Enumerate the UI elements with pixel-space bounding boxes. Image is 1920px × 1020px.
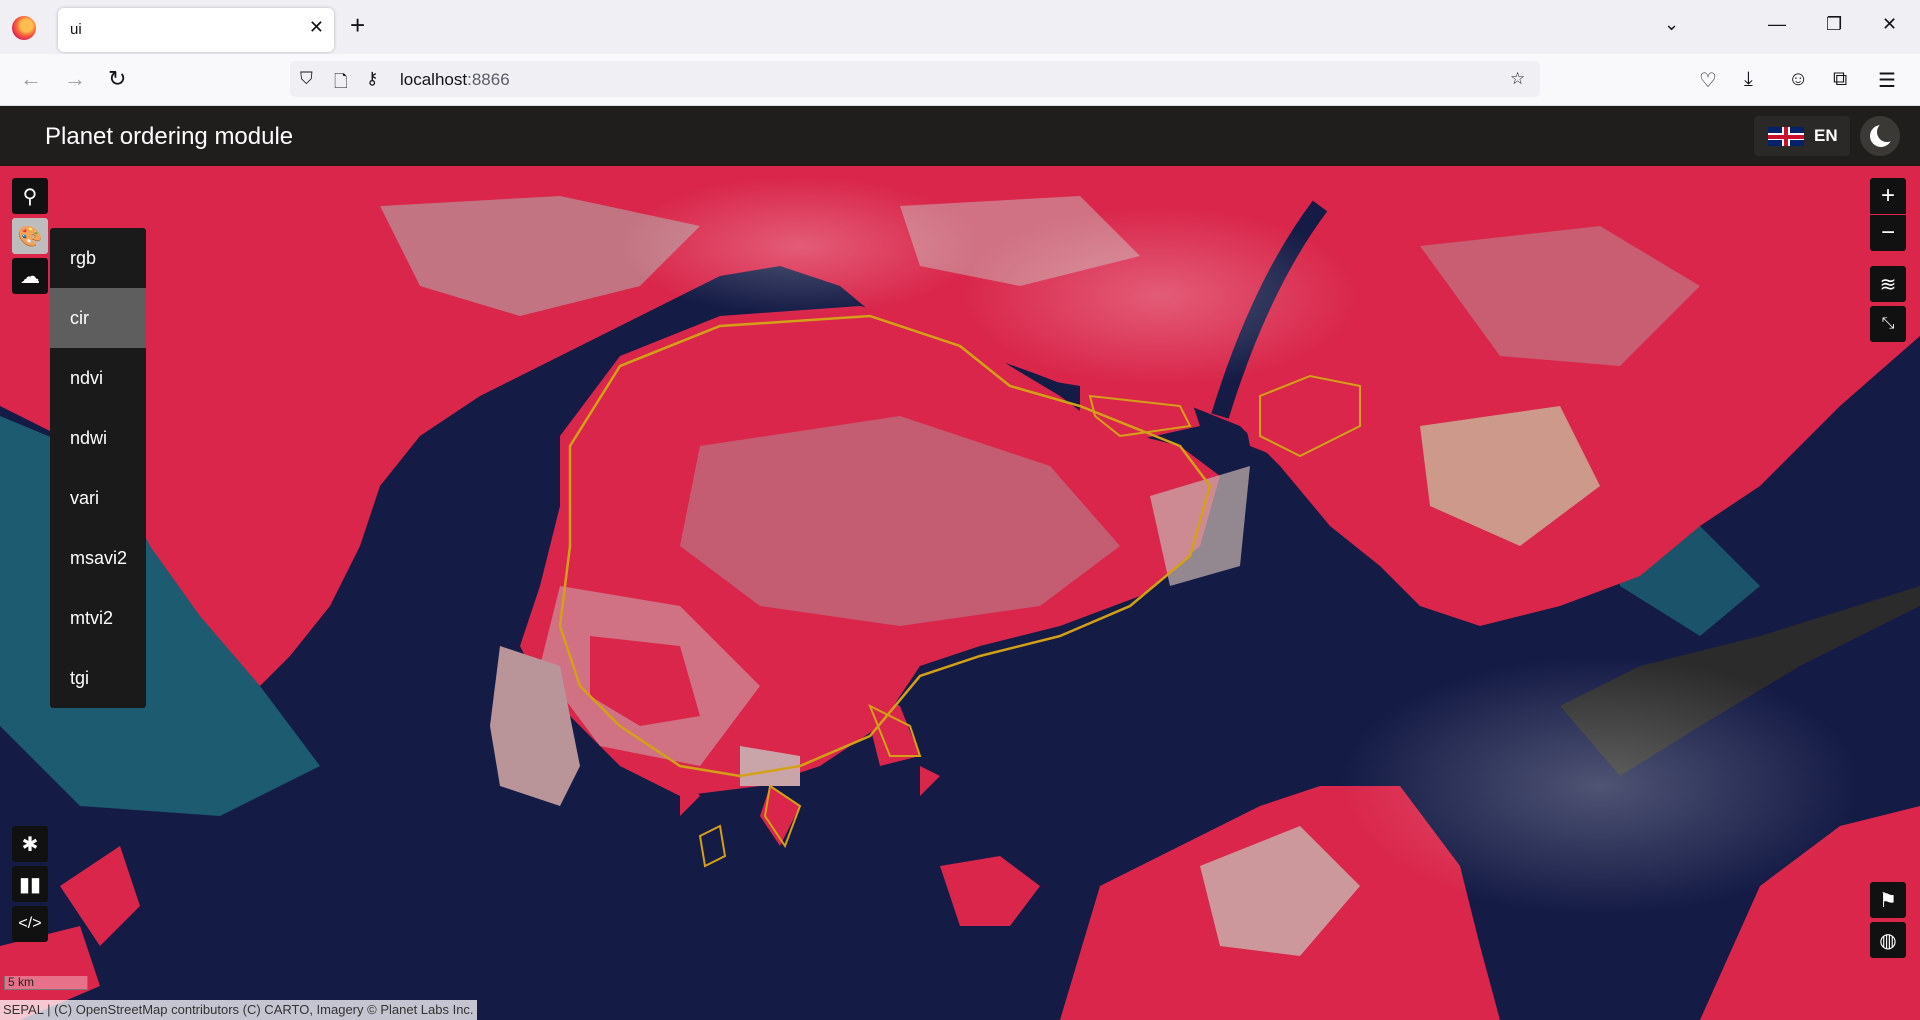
basemap-button[interactable]: ◍ — [1870, 922, 1906, 958]
moon-icon — [1870, 122, 1897, 147]
forward-icon[interactable]: → — [64, 68, 86, 90]
minus-icon: − — [1880, 219, 1895, 246]
menu-icon[interactable]: ☰ — [1878, 68, 1896, 93]
palette-icon: 🎨 — [17, 225, 43, 248]
browser-nav-bar: ← → ↻ ⛉ 🗋 ⚷ localhost:8866 ☆ ♡ ⤓ ☺ ⧉ ☰ — [0, 54, 1920, 106]
satellite-imagery — [0, 166, 1920, 1020]
pocket-icon[interactable]: ♡ — [1699, 68, 1717, 93]
map-pin-icon: ⚑ — [1879, 889, 1897, 912]
key-icon[interactable]: ⚷ — [366, 69, 378, 89]
source-code-button[interactable]: </> — [12, 906, 48, 942]
menu-item-ndwi[interactable]: ndwi — [50, 408, 146, 468]
app-header: Planet ordering module EN — [0, 106, 1920, 166]
visualization-menu: rgb cir ndvi ndwi vari msavi2 mtvi2 tgi — [50, 228, 146, 708]
globe-icon: ◍ — [1879, 929, 1897, 952]
menu-item-ndvi[interactable]: ndvi — [50, 348, 146, 408]
zoom-in-button[interactable]: + — [1870, 178, 1906, 214]
extensions-icon[interactable]: ⧉ — [1833, 68, 1847, 91]
layers-button[interactable]: ≋ — [1870, 266, 1906, 302]
downloads-icon[interactable]: ⤓ — [1744, 68, 1753, 91]
account-icon[interactable]: ☺ — [1788, 68, 1808, 91]
url-text[interactable]: localhost:8866 — [400, 70, 510, 90]
location-button[interactable]: ⚑ — [1870, 882, 1906, 918]
book-icon: ▮▮ — [18, 873, 41, 896]
download-button[interactable]: ☁ — [12, 258, 48, 294]
documentation-button[interactable]: ▮▮ — [12, 866, 48, 902]
new-tab-icon[interactable]: + — [350, 12, 365, 38]
restore-icon[interactable]: ❐ — [1826, 14, 1842, 35]
shield-icon[interactable]: ⛉ — [300, 69, 313, 89]
bookmark-star-icon[interactable]: ☆ — [1510, 69, 1525, 89]
language-label: EN — [1814, 126, 1838, 145]
menu-item-msavi2[interactable]: msavi2 — [50, 528, 146, 588]
cloud-download-icon: ☁ — [20, 265, 40, 288]
visualization-button[interactable]: 🎨 — [12, 218, 48, 254]
search-button[interactable]: ⚲ — [12, 178, 48, 214]
menu-item-tgi[interactable]: tgi — [50, 648, 146, 708]
scale-bar: 5 km — [4, 976, 88, 990]
bug-report-button[interactable]: ✱ — [12, 826, 48, 862]
browser-tab[interactable]: ui ✕ — [58, 8, 334, 52]
fullscreen-button[interactable]: ⤡ — [1870, 306, 1906, 342]
bug-icon: ✱ — [21, 833, 39, 856]
menu-item-rgb[interactable]: rgb — [50, 228, 146, 288]
reload-icon[interactable]: ↻ — [108, 68, 126, 90]
page-info-icon[interactable]: 🗋 — [334, 69, 348, 98]
map-attribution: SEPAL | (C) OpenStreetMap contributors (… — [0, 1000, 477, 1020]
plus-icon: + — [1880, 182, 1895, 209]
map-view[interactable]: ⚲ 🎨 ☁ rgb cir ndvi ndwi vari msavi2 mtvi… — [0, 166, 1920, 1020]
minimize-icon[interactable]: — — [1768, 14, 1786, 35]
menu-item-vari[interactable]: vari — [50, 468, 146, 528]
url-bar[interactable]: ⛉ 🗋 ⚷ localhost:8866 ☆ — [290, 61, 1540, 97]
code-icon: </> — [18, 915, 42, 932]
tab-list-chevron-icon[interactable]: ⌄ — [1664, 14, 1679, 35]
close-window-icon[interactable]: ✕ — [1882, 14, 1897, 35]
theme-toggle-button[interactable] — [1860, 116, 1900, 156]
fullscreen-exit-icon: ⤡ — [1881, 315, 1895, 332]
language-button[interactable]: EN — [1754, 116, 1850, 156]
tab-title: ui — [70, 21, 82, 38]
firefox-logo-icon — [12, 16, 36, 40]
menu-item-cir[interactable]: cir — [50, 288, 146, 348]
browser-tab-bar: ui ✕ + ⌄ — ❐ ✕ — [0, 0, 1920, 54]
zoom-out-button[interactable]: − — [1870, 215, 1906, 251]
back-icon[interactable]: ← — [20, 68, 42, 90]
tab-close-icon[interactable]: ✕ — [309, 17, 324, 38]
app-title: Planet ordering module — [45, 123, 294, 150]
uk-flag-icon — [1768, 127, 1804, 146]
menu-item-mtvi2[interactable]: mtvi2 — [50, 588, 146, 648]
layers-icon: ≋ — [1879, 273, 1897, 296]
search-icon: ⚲ — [22, 185, 38, 208]
